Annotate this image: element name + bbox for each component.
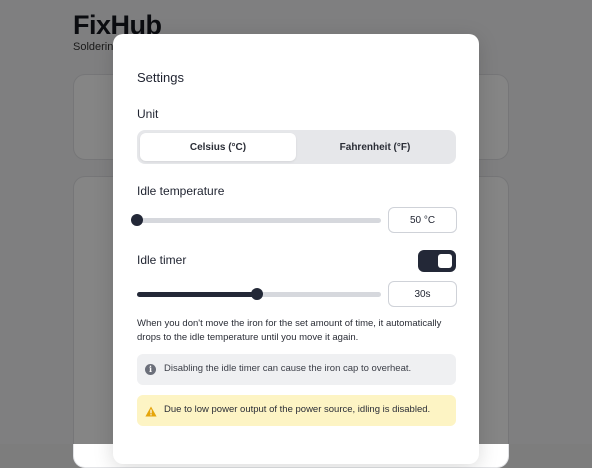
- unit-option-celsius[interactable]: Celsius (°C): [140, 133, 296, 161]
- unit-segmented-control: Celsius (°C) Fahrenheit (°F): [137, 130, 456, 164]
- idle-temperature-input[interactable]: 50 °C: [388, 207, 457, 233]
- idle-temperature-slider[interactable]: [131, 213, 381, 227]
- slider-fill: [137, 292, 257, 297]
- warning-triangle-icon: [145, 404, 157, 422]
- slider-thumb[interactable]: [131, 214, 143, 226]
- idle-timer-input[interactable]: 30s: [388, 281, 457, 307]
- slider-thumb[interactable]: [250, 288, 263, 300]
- slider-track: [137, 218, 381, 223]
- idle-temperature-label: Idle temperature: [137, 184, 225, 198]
- warning-notice-text: Due to low power output of the power sou…: [164, 404, 431, 415]
- unit-option-fahrenheit[interactable]: Fahrenheit (°F): [297, 133, 453, 161]
- unit-label: Unit: [137, 107, 159, 121]
- settings-modal: Settings Unit Celsius (°C) Fahrenheit (°…: [113, 34, 479, 464]
- idle-timer-label: Idle timer: [137, 253, 187, 267]
- toggle-knob: [438, 254, 452, 268]
- info-notice-text: Disabling the idle timer can cause the i…: [164, 363, 412, 374]
- idle-timer-description: When you don't move the iron for the set…: [137, 318, 442, 343]
- warning-notice: Due to low power output of the power sou…: [137, 395, 456, 426]
- modal-title: Settings: [137, 70, 184, 85]
- info-circle-icon: i: [145, 364, 156, 375]
- idle-timer-toggle[interactable]: [418, 250, 456, 272]
- info-notice: i Disabling the idle timer can cause the…: [137, 354, 456, 385]
- idle-timer-slider[interactable]: [137, 287, 381, 301]
